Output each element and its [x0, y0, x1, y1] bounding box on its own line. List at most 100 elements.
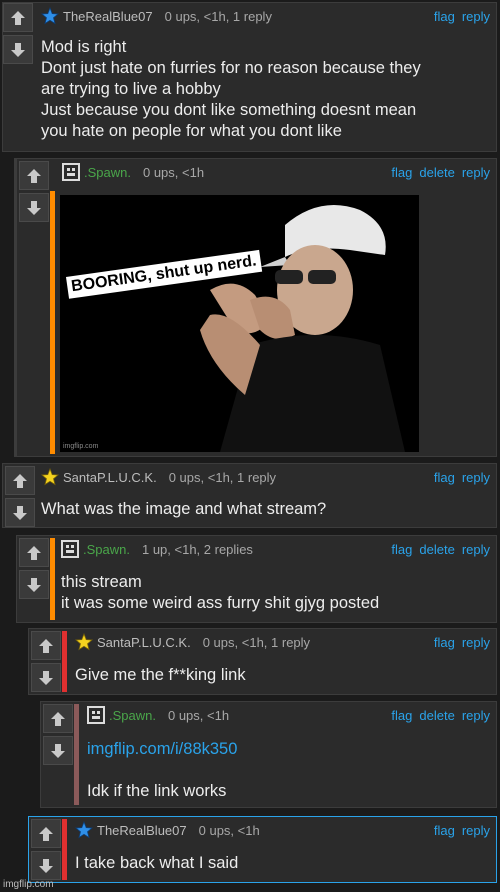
comment-line: Idk if the link works: [87, 782, 227, 800]
upvote-button[interactable]: [31, 819, 61, 848]
yellow-star-icon: [75, 633, 93, 651]
comment-line: Mod is right: [41, 38, 127, 56]
comment-stats: 0 ups, <1h: [167, 707, 230, 723]
comment: TheRealBlue07 0 ups, <1h flag reply I ta…: [28, 816, 497, 883]
flag-link[interactable]: flag: [434, 9, 455, 24]
downvote-button[interactable]: [31, 663, 61, 692]
vote-buttons: [31, 819, 61, 883]
reply-link[interactable]: reply: [462, 9, 490, 24]
arrow-up-icon: [27, 168, 41, 183]
reply-link[interactable]: reply: [462, 708, 490, 723]
arrow-up-icon: [27, 545, 41, 560]
meme-image[interactable]: BOORING, shut up nerd. imgflip.com: [60, 195, 419, 452]
upvote-button[interactable]: [3, 3, 33, 32]
reply-link[interactable]: reply: [462, 470, 490, 485]
reply-link[interactable]: reply: [462, 635, 490, 650]
comment-stats: 1 up, <1h, 2 replies: [141, 541, 253, 557]
comment-line: are trying to live a hobby: [41, 80, 221, 98]
upvote-button[interactable]: [19, 538, 49, 567]
username[interactable]: TheRealBlue07: [97, 823, 187, 838]
comment-header: SantaP.L.U.C.K. 0 ups, <1h, 1 reply flag…: [75, 633, 490, 651]
username[interactable]: .Spawn.: [83, 542, 130, 557]
comment-stats: 0 ups, <1h, 1 reply: [168, 469, 277, 485]
arrow-up-icon: [39, 826, 53, 841]
comment-line: What was the image and what stream?: [41, 500, 327, 518]
username[interactable]: TheRealBlue07: [63, 9, 153, 24]
meme-illustration: [60, 195, 419, 452]
comment: .Spawn. 1 up, <1h, 2 replies flag delete…: [16, 535, 497, 623]
reply-link[interactable]: reply: [462, 823, 490, 838]
flag-link[interactable]: flag: [434, 635, 455, 650]
thread-bar: [62, 631, 67, 692]
comment-stats: 0 ups, <1h: [142, 164, 205, 180]
comment: SantaP.L.U.C.K. 0 ups, <1h, 1 reply flag…: [2, 463, 497, 528]
comment-line: this stream: [61, 573, 142, 591]
comment-header: TheRealBlue07 0 ups, <1h, 1 reply flag r…: [41, 7, 490, 25]
username[interactable]: .Spawn.: [109, 708, 156, 723]
comment: .Spawn. 0 ups, <1h flag delete reply img…: [40, 701, 497, 808]
comment-text: What was the image and what stream?: [41, 499, 490, 520]
comment-line: it was some weird ass furry shit gjyg po…: [61, 594, 380, 612]
reply-link[interactable]: reply: [462, 165, 490, 180]
downvote-button[interactable]: [19, 570, 49, 599]
arrow-down-icon: [39, 858, 53, 873]
arrow-up-icon: [11, 10, 25, 25]
downvote-button[interactable]: [31, 851, 61, 880]
blue-star-icon: [41, 7, 59, 25]
comment-stats: 0 ups, <1h, 1 reply: [202, 634, 311, 650]
delete-link[interactable]: delete: [419, 708, 454, 723]
meme-watermark: imgflip.com: [63, 443, 99, 450]
username[interactable]: SantaP.L.U.C.K.: [97, 635, 191, 650]
downvote-button[interactable]: [3, 35, 33, 64]
arrow-down-icon: [51, 743, 65, 758]
thread-bar: [50, 191, 55, 454]
upvote-button[interactable]: [43, 704, 73, 733]
comment-header: SantaP.L.U.C.K. 0 ups, <1h, 1 reply flag…: [41, 468, 490, 486]
comment-text: Mod is right Dont just hate on furries f…: [41, 37, 490, 142]
comment-header: .Spawn. 0 ups, <1h flag delete reply: [87, 706, 490, 724]
downvote-button[interactable]: [43, 736, 73, 765]
upvote-button[interactable]: [5, 466, 35, 495]
thread-bar: [50, 538, 55, 620]
downvote-button[interactable]: [19, 193, 49, 222]
vote-buttons: [19, 161, 49, 225]
comment-stats: 0 ups, <1h: [198, 822, 260, 838]
reply-link[interactable]: reply: [462, 542, 490, 557]
comment-text: imgflip.com/i/88k350 Idk if the link wor…: [87, 739, 490, 802]
comment: SantaP.L.U.C.K. 0 ups, <1h, 1 reply flag…: [28, 628, 497, 695]
comment-text: Give me the f**king link: [75, 665, 490, 686]
username[interactable]: SantaP.L.U.C.K.: [63, 470, 157, 485]
flag-link[interactable]: flag: [434, 823, 455, 838]
comment-line: I take back what I said: [75, 854, 239, 872]
comment-header: .Spawn. 1 up, <1h, 2 replies flag delete…: [61, 540, 490, 558]
glitch-avatar-icon: [62, 163, 80, 181]
flag-link[interactable]: flag: [391, 165, 412, 180]
image-link[interactable]: imgflip.com/i/88k350: [87, 739, 490, 760]
thread-bar: [74, 704, 79, 805]
comment-line: Just because you dont like something doe…: [41, 101, 417, 119]
arrow-up-icon: [13, 473, 27, 488]
upvote-button[interactable]: [19, 161, 49, 190]
imgflip-footer-watermark: imgflip.com: [3, 879, 54, 890]
comment-text: this stream it was some weird ass furry …: [61, 572, 490, 614]
arrow-down-icon: [27, 200, 41, 215]
flag-link[interactable]: flag: [391, 542, 412, 557]
comment-stats: 0 ups, <1h, 1 reply: [164, 8, 272, 24]
comment-line: Dont just hate on furries for no reason …: [41, 59, 421, 77]
comment-header: TheRealBlue07 0 ups, <1h flag reply: [75, 821, 490, 839]
blue-star-icon: [75, 821, 93, 839]
glitch-avatar-icon: [87, 706, 105, 724]
comment-line: Give me the f**king link: [75, 666, 246, 684]
delete-link[interactable]: delete: [419, 165, 454, 180]
thread-bar: [62, 819, 67, 880]
flag-link[interactable]: flag: [391, 708, 412, 723]
vote-buttons: [5, 466, 35, 530]
delete-link[interactable]: delete: [419, 542, 454, 557]
vote-buttons: [3, 3, 33, 67]
arrow-down-icon: [27, 577, 41, 592]
comment-text: I take back what I said: [75, 853, 490, 874]
downvote-button[interactable]: [5, 498, 35, 527]
upvote-button[interactable]: [31, 631, 61, 660]
username[interactable]: .Spawn.: [84, 165, 131, 180]
flag-link[interactable]: flag: [434, 470, 455, 485]
